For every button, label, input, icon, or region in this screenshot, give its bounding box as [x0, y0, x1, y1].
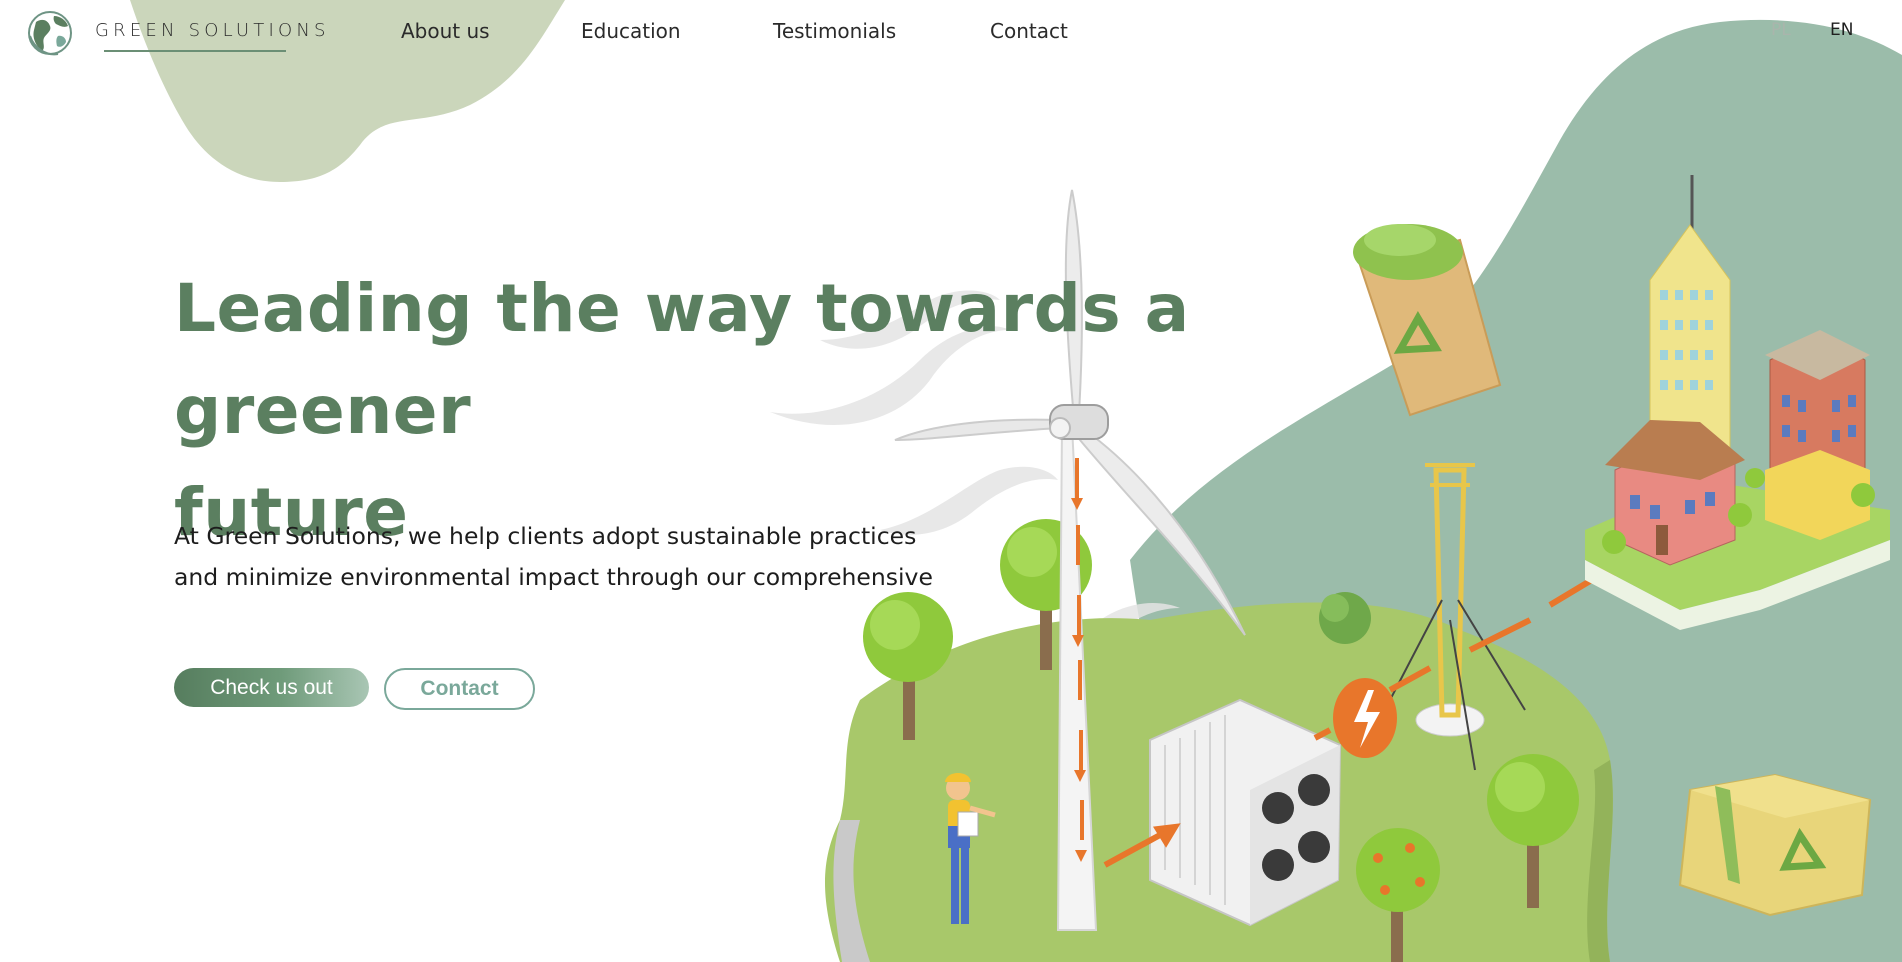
recycle-box-icon — [1678, 773, 1872, 917]
bush-icon — [1319, 592, 1371, 644]
hero-description-line-2: and minimize environmental impact throug… — [174, 563, 933, 591]
language-pl-option[interactable]: PL — [1771, 20, 1791, 40]
check-us-out-button[interactable]: Check us out — [174, 668, 369, 707]
apartment-building-icon — [1765, 330, 1870, 540]
contact-button[interactable]: Contact — [384, 668, 535, 710]
language-en-option[interactable]: EN — [1830, 20, 1853, 40]
header: GREEN SOLUTIONS About us Education Testi… — [0, 0, 1902, 64]
hero-description-line-1: At Green Solutions, we help clients adop… — [174, 522, 917, 550]
server-unit-icon — [1149, 698, 1342, 927]
brand-underline — [104, 50, 286, 52]
nav-item-education[interactable]: Education — [581, 19, 681, 43]
nav-item-contact[interactable]: Contact — [990, 19, 1068, 43]
nav-item-about-us[interactable]: About us — [401, 19, 490, 43]
globe-logo-icon[interactable] — [26, 8, 76, 58]
nav-item-testimonials[interactable]: Testimonials — [773, 19, 896, 43]
brand-name[interactable]: GREEN SOLUTIONS — [95, 20, 330, 41]
hero-description: At Green Solutions, we help clients adop… — [174, 516, 934, 598]
hero-title-line-1: Leading the way towards a greener — [174, 270, 1190, 449]
lightning-icon — [1333, 678, 1397, 758]
